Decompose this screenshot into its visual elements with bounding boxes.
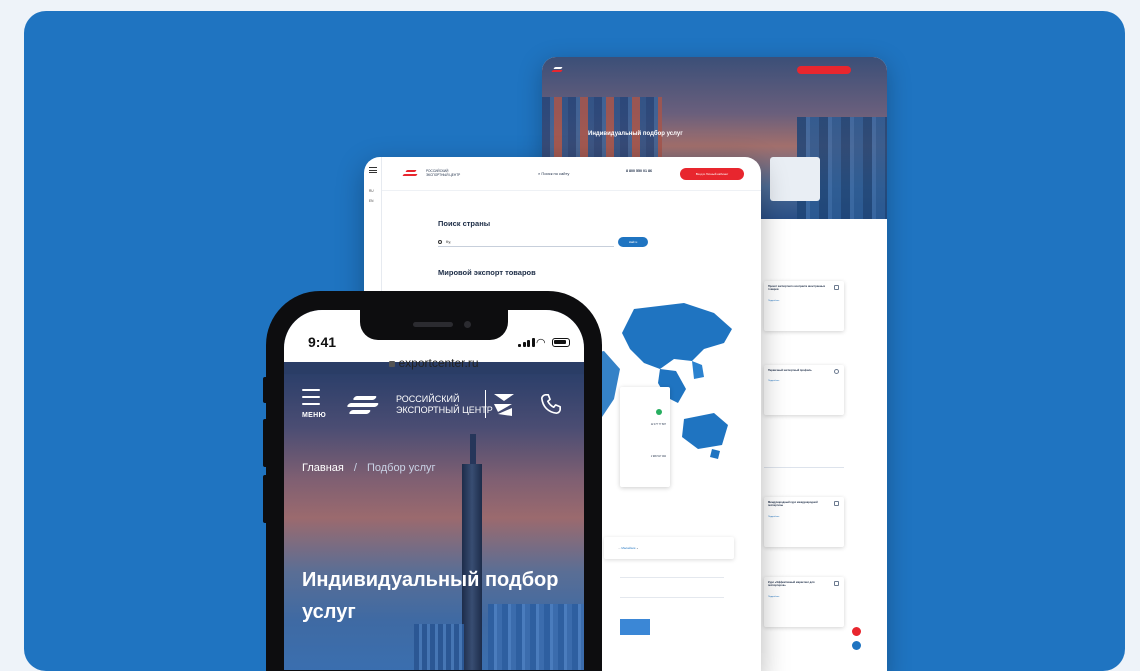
section-title: Мировой экспорт товаров [438,268,536,277]
page-title: Поиск страны [438,219,491,228]
logo-icon[interactable] [402,169,420,179]
logo-divider [485,390,486,418]
wifi-icon: ◠ [536,337,546,349]
divider [620,597,724,598]
status-time: 9:41 [308,334,337,350]
showcase-panel: Индивидуальный подбор услуг Проект экспо… [24,11,1125,671]
chart-icon [834,501,839,506]
phone-screen: 9:41 ◠ exportcenter.ru МЕНЮ РОССИЙСКИЙ ЭК… [284,310,584,670]
phone-icon[interactable] [540,393,562,415]
logo-text: РОССИЙСКИЙ ЭКСПОРТНЫЙ ЦЕНТР [396,394,493,415]
back-service-card[interactable]: Проект экспортного контракта иностранных… [764,281,844,331]
country-popup: 12 477 77 807 1 996 517 002 [620,387,670,487]
address-bar[interactable]: exportcenter.ru [284,356,584,370]
search-icon [438,240,442,244]
help-icon[interactable] [852,641,861,650]
copy-icon [834,285,839,290]
back-service-card[interactable]: Курс «Эффективный маркетинг для экспорте… [764,577,844,627]
document-icon [834,581,839,586]
back-cta-button[interactable] [797,66,851,74]
country-filter[interactable]: ... Малайзия ⌄ [604,537,734,559]
check-icon [656,409,662,415]
menu-icon[interactable] [369,167,377,173]
back-service-card[interactable]: Первичный экспортный профиль Подробнее [764,365,844,415]
logo-text: РОССИЙСКИЙ ЭКСПОРТНЫЙ ЦЕНТР [426,169,461,177]
divider [764,467,844,468]
back-hero-title: Индивидуальный подбор услуг [588,131,683,137]
country-search-input[interactable]: Ку, [438,237,614,247]
divider [620,577,724,578]
back-service-card[interactable]: Международный курс международной эксперт… [764,497,844,547]
lock-icon [389,361,396,367]
chat-icon[interactable] [852,627,861,636]
site-search[interactable]: ⌕ Поиск по сайту [538,171,569,176]
find-button[interactable]: Найти [618,237,648,247]
hero-banner: МЕНЮ РОССИЙСКИЙ ЭКСПОРТНЫЙ ЦЕНТР Главная /… [284,374,584,670]
cabinet-button[interactable]: Вход в Личный кабинет [680,168,744,180]
breadcrumb: Главная / Подбор услуг [302,462,436,474]
signal-icon [518,338,535,347]
brand-flag-icon [494,394,514,416]
header-phone[interactable]: 8 800 550 01 86 [626,169,652,173]
battery-icon [552,338,570,347]
breadcrumb-current: Подбор услуг [366,462,436,474]
lang-en[interactable]: EN [369,199,373,203]
logo-icon[interactable] [344,392,384,418]
check-icon [834,369,839,374]
breadcrumb-home[interactable]: Главная [302,462,344,474]
lang-ru[interactable]: RU [369,189,374,193]
hero-title: Индивидуальный подбор услуг [302,569,559,623]
chart-bar [620,619,650,635]
phone-notch [360,310,508,340]
menu-label[interactable]: МЕНЮ [302,412,326,419]
header: РОССИЙСКИЙ ЭКСПОРТНЫЙ ЦЕНТР ⌕ Поиск по са… [382,157,761,191]
menu-icon[interactable] [302,389,326,410]
logo-icon [551,66,566,74]
